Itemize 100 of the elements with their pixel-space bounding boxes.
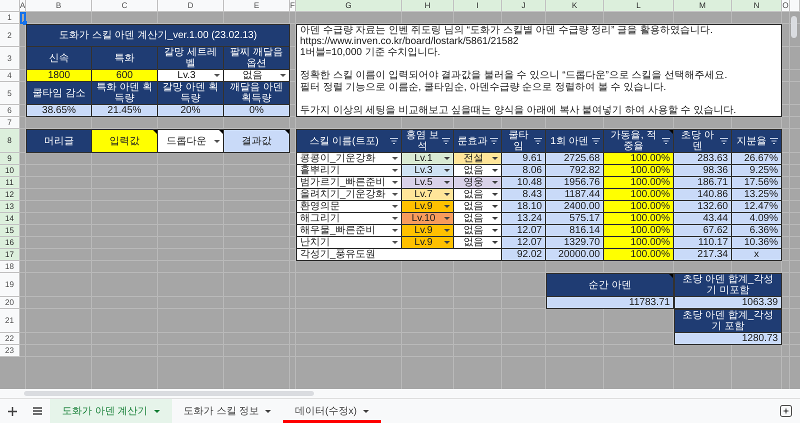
rune-dropdown[interactable]: 없음 (454, 201, 502, 213)
cooldown-value: 92.02 (502, 249, 546, 261)
caret-icon (492, 193, 498, 196)
row-number[interactable]: 7 (0, 117, 20, 129)
skill-dropdown[interactable]: 환영의문 (296, 201, 402, 213)
column-header[interactable]: K (546, 0, 604, 12)
row-number[interactable]: 8 (0, 129, 20, 153)
skill-dropdown[interactable]: 흩뿌리기 (296, 165, 402, 177)
row-number[interactable]: 4 (0, 70, 20, 82)
row-number[interactable]: 19 (0, 273, 20, 297)
column-header[interactable]: A (20, 0, 26, 12)
skill-dropdown[interactable]: 올려치기_기운강화 (296, 189, 402, 201)
column-header[interactable]: N (732, 0, 782, 12)
sheet-tab[interactable]: 도화가 스킬 정보 (172, 399, 284, 423)
column-header[interactable]: M (674, 0, 732, 12)
filter-icon[interactable] (534, 138, 542, 144)
filter-icon[interactable] (770, 138, 778, 144)
row-number[interactable]: 16 (0, 237, 20, 249)
column-label: 초당 아덴 (680, 130, 715, 152)
gem-dropdown[interactable]: Lv.5 (402, 177, 454, 189)
column-header[interactable]: O (782, 0, 790, 12)
caret-icon (392, 169, 398, 172)
list-icon (33, 407, 42, 415)
row-number[interactable]: 9 (0, 153, 20, 165)
filter-icon[interactable] (592, 138, 600, 144)
gem-dropdown[interactable]: Lv.3 (402, 165, 454, 177)
rune-dropdown[interactable]: 영웅 (454, 177, 502, 189)
filter-icon[interactable] (662, 138, 670, 144)
row-number[interactable]: 23 (0, 345, 20, 357)
vertical-scrollbar[interactable] (791, 16, 797, 38)
gem-dropdown[interactable]: Lv.1 (402, 153, 454, 165)
skill-dropdown[interactable]: 난치기 (296, 237, 402, 249)
skill-dropdown[interactable]: 범가르기_빠른준비 (296, 177, 402, 189)
caret-icon (444, 241, 450, 244)
summary-label: 초당 아덴 합계_각성기 미포함 (681, 274, 775, 296)
rune-dropdown[interactable]: 전설 (454, 153, 502, 165)
gem-dropdown[interactable]: Lv.10 (402, 213, 454, 225)
sheet-tab[interactable]: 데이터(수정x) (283, 399, 381, 423)
row-number[interactable]: 2 (0, 24, 20, 47)
row-number[interactable]: 1 (0, 12, 20, 24)
row-number[interactable]: 18 (0, 261, 20, 273)
filter-icon[interactable] (720, 138, 728, 144)
gem-dropdown[interactable]: Lv.9 (402, 225, 454, 237)
share-value: 9.25% (732, 165, 782, 177)
row-number[interactable]: 17 (0, 249, 20, 261)
skill-dropdown[interactable]: 해그리기 (296, 213, 402, 225)
column-header[interactable]: D (158, 0, 224, 12)
row-number[interactable]: 10 (0, 165, 20, 177)
caret-icon (392, 217, 398, 220)
gem-dropdown[interactable]: Lv.9 (402, 201, 454, 213)
rune-dropdown[interactable]: 없음 (454, 165, 502, 177)
column-header[interactable]: E (224, 0, 290, 12)
horizontal-scrollbar[interactable] (24, 391, 314, 396)
filter-icon[interactable] (490, 138, 498, 144)
column-label: 룬효과 (457, 136, 488, 146)
legend-swatch[interactable]: 드롭다운 (158, 129, 224, 153)
rune-dropdown[interactable]: 없음 (454, 189, 502, 201)
stat-input[interactable]: 1800 (26, 70, 92, 82)
url-link[interactable]: https://www.inven.co.kr/board/lostark/5861/21582 (300, 36, 518, 47)
rune-dropdown[interactable]: 없음 (454, 213, 502, 225)
cooldown-value: 12.07 (502, 225, 546, 237)
sheet-tab[interactable]: 도화가 아덴 계산기 (50, 399, 172, 423)
column-header[interactable]: I (454, 0, 502, 12)
column-header[interactable]: J (502, 0, 546, 12)
skill-dropdown[interactable]: 콩콩이_기운강화 (296, 153, 402, 165)
gem-dropdown[interactable]: Lv.9 (402, 237, 454, 249)
row-number[interactable]: 13 (0, 201, 20, 213)
row-number[interactable]: 15 (0, 225, 20, 237)
per-second-value: 132.60 (674, 201, 732, 213)
rune-dropdown[interactable]: 없음 (454, 237, 502, 249)
gem-dropdown[interactable]: Lv.7 (402, 189, 454, 201)
row-number[interactable]: 14 (0, 213, 20, 225)
column-header[interactable]: C (92, 0, 158, 12)
stat-dropdown[interactable]: Lv.3 (158, 70, 224, 82)
row-number[interactable]: 12 (0, 189, 20, 201)
per-second-value: 110.17 (674, 237, 732, 249)
row-number[interactable]: 11 (0, 177, 20, 189)
skill-dropdown[interactable]: 해우물_빠른준비 (296, 225, 402, 237)
column-header[interactable]: F (290, 0, 296, 12)
note-text: 정확한 스킬 이름이 입력되어야 결과값을 불러올 수 있으니 “드롭다운”으로 스킬을 선택해주세요. (296, 70, 782, 82)
row-number[interactable]: 21 (0, 309, 20, 333)
column-header[interactable]: L (604, 0, 674, 12)
column-header[interactable]: G (296, 0, 402, 12)
row-number[interactable]: 3 (0, 47, 20, 70)
filter-icon[interactable] (390, 138, 398, 144)
calculator-title: 도화가 스킬 아덴 계산기_ver.1.00 (23.02.13) (26, 24, 290, 47)
rune-dropdown[interactable]: 없음 (454, 225, 502, 237)
fill-handle[interactable] (23, 21, 27, 25)
row-number[interactable]: 22 (0, 333, 20, 345)
result-header: 특화 아덴 획득량 (92, 82, 158, 105)
row-number[interactable]: 5 (0, 82, 20, 105)
stat-dropdown[interactable]: 없음 (224, 70, 290, 82)
per-second-value: 283.63 (674, 153, 732, 165)
share-value: 4.09% (732, 213, 782, 225)
row-number[interactable]: 20 (0, 297, 20, 309)
row-number[interactable]: 6 (0, 105, 20, 117)
stat-input[interactable]: 600 (92, 70, 158, 82)
column-header[interactable]: H (402, 0, 454, 12)
column-header[interactable]: B (26, 0, 92, 12)
filter-icon[interactable] (442, 138, 450, 144)
